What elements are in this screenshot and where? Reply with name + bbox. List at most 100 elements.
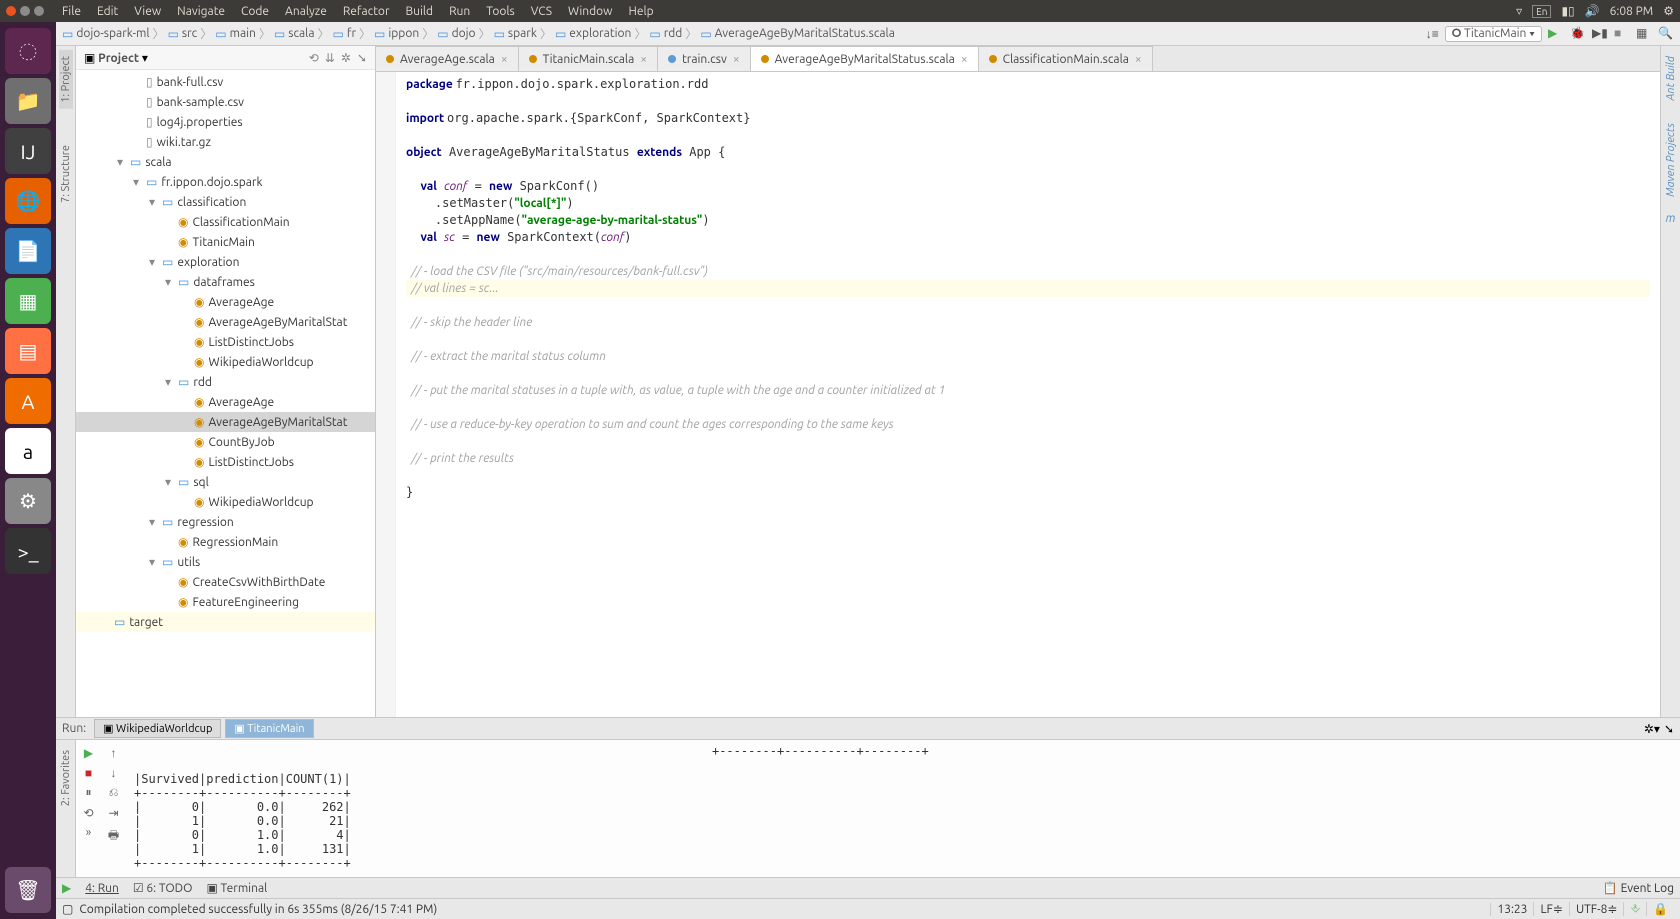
tab-project[interactable]: 1: Project [59,50,73,109]
menu-analyze[interactable]: Analyze [277,5,335,18]
tree-node[interactable]: ▾▭regression [76,512,375,532]
breadcrumb-segment[interactable]: ▭spark [494,25,555,42]
tree-node[interactable]: ▯log4j.properties [76,112,375,132]
tree-node[interactable]: ▾▭sql [76,472,375,492]
layout-button[interactable]: ▦ [1636,26,1652,42]
event-log-button[interactable]: 📋 Event Log [1603,881,1674,895]
pause-output-button[interactable]: ⏸ [85,786,91,800]
scroll-from-source-icon[interactable]: ⟲ [309,51,319,65]
file-encoding[interactable]: UTF-8≑ [1569,902,1624,916]
launcher-writer[interactable]: 📄 [5,228,51,274]
menu-vcs[interactable]: VCS [523,5,560,18]
window-close[interactable] [6,6,16,16]
editor-tab[interactable]: AverageAge.scala× [375,46,519,71]
project-tree[interactable]: ▯bank-full.csv▯bank-sample.csv▯log4j.pro… [76,70,375,717]
run-settings-icon[interactable]: ✲▾ [1644,722,1660,736]
breadcrumb-segment[interactable]: ▭rdd [649,25,700,42]
tab-maven[interactable]: Maven Projects [1664,117,1678,203]
tree-node[interactable]: ◉ListDistinctJobs [76,452,375,472]
editor-tab[interactable]: ClassificationMain.scala× [978,46,1153,71]
tree-node[interactable]: ▾▭classification [76,192,375,212]
tree-node[interactable]: ◉AverageAge [76,292,375,312]
tree-node[interactable]: ◉WikipediaWorldcup [76,352,375,372]
search-icon[interactable]: 🔍 [1658,26,1674,42]
tree-node[interactable]: ◉FeatureEngineering [76,592,375,612]
tab-ant-build[interactable]: Ant Build [1664,50,1678,107]
project-view-select[interactable]: ▣ Project ▾ [84,51,148,65]
tree-node[interactable]: ▾▭dataframes [76,272,375,292]
tree-node[interactable]: ◉WikipediaWorldcup [76,492,375,512]
bottom-tab-terminal[interactable]: ▣ Terminal [206,881,267,895]
tree-node[interactable]: ◉TitanicMain [76,232,375,252]
hide-icon[interactable]: ➘ [357,51,367,65]
tree-node[interactable]: ◉AverageAgeByMaritalStat [76,412,375,432]
menu-refactor[interactable]: Refactor [335,5,398,18]
rerun-button[interactable]: ▶ [84,746,93,760]
lock-icon[interactable]: 🔒 [1646,902,1674,916]
tree-node[interactable]: ◉CreateCsvWithBirthDate [76,572,375,592]
print-button[interactable]: 🖶 [108,826,119,847]
breadcrumb-segment[interactable]: ▭scala [274,25,333,42]
launcher-dash[interactable]: ◌ [5,28,51,74]
down-stack-button[interactable]: ↓ [111,766,117,780]
tab-favorites[interactable]: 2: Favorites [59,744,73,812]
breadcrumb-segment[interactable]: ▭ippon [374,25,437,42]
breadcrumb-segment[interactable]: ▭dojo [437,25,493,42]
status-icon[interactable]: ▢ [62,902,73,916]
breadcrumb-segment[interactable]: ▭exploration [555,25,649,42]
window-minimize[interactable] [20,6,30,16]
tree-node[interactable]: ▭target [76,612,375,632]
up-stack-button[interactable]: ↑ [111,746,117,760]
gear-icon[interactable]: ⚙ [1663,4,1674,18]
caret-position[interactable]: 13:23 [1490,903,1533,916]
settings-icon[interactable]: ✲ [341,51,351,65]
close-tab-icon[interactable]: × [501,53,508,66]
stop-button[interactable]: ■ [1614,26,1630,42]
menu-tools[interactable]: Tools [478,5,523,18]
menu-window[interactable]: Window [560,5,620,18]
tree-node[interactable]: ▾▭scala [76,152,375,172]
menu-file[interactable]: File [54,5,89,18]
breadcrumb-segment[interactable]: ▭dojo-spark-ml [62,25,168,42]
make-icon[interactable]: ↓≡ [1426,27,1439,41]
launcher-software[interactable]: A [5,378,51,424]
tree-node[interactable]: ◉ListDistinctJobs [76,332,375,352]
launcher-files[interactable]: 📁 [5,78,51,124]
network-icon[interactable]: ▿ [1516,4,1522,18]
tree-node[interactable]: ◉AverageAge [76,392,375,412]
tree-node[interactable]: ◉AverageAgeByMaritalStat [76,312,375,332]
tab-m[interactable]: m [1665,212,1675,225]
bottom-run-icon[interactable]: ▶ [62,881,71,895]
run-output[interactable]: +--------+----------+--------+ |Survived… [126,740,1680,877]
soft-wrap-button[interactable]: ⎌ [109,786,119,800]
menu-navigate[interactable]: Navigate [169,5,233,18]
tree-node[interactable]: ◉CountByJob [76,432,375,452]
volume-icon[interactable]: 🔊 [1585,4,1600,18]
line-separator[interactable]: LF≑ [1533,902,1568,916]
scroll-end-button[interactable]: ⇥ [108,806,118,820]
tab-structure[interactable]: 7: Structure [59,139,73,209]
code-editor[interactable]: package fr.ippon.dojo.spark.exploration.… [396,72,1660,717]
insert-mode[interactable]: ⎀ [1623,902,1646,916]
window-maximize[interactable] [34,6,44,16]
launcher-amazon[interactable]: a [5,428,51,474]
tree-node[interactable]: ▯bank-full.csv [76,72,375,92]
tree-node[interactable]: ▾▭exploration [76,252,375,272]
menu-code[interactable]: Code [233,5,277,18]
close-tab-icon[interactable]: × [733,53,740,66]
exit-button[interactable]: ⟲ [83,806,93,820]
launcher-intellij[interactable]: IJ [5,128,51,174]
tree-node[interactable]: ◉RegressionMain [76,532,375,552]
close-tab-icon[interactable]: × [640,53,647,66]
bottom-tab-todo[interactable]: ☑ 6: TODO [133,881,193,895]
tree-node[interactable]: ▾▭utils [76,552,375,572]
launcher-settings[interactable]: ⚙ [5,478,51,524]
breadcrumb-segment[interactable]: ▭AverageAgeByMaritalStatus.scala [700,27,901,41]
tree-node[interactable]: ▯wiki.tar.gz [76,132,375,152]
editor-tab[interactable]: AverageAgeByMaritalStatus.scala× [750,46,979,71]
stop-process-button[interactable]: ■ [85,766,92,780]
tree-node[interactable]: ▯bank-sample.csv [76,92,375,112]
coverage-button[interactable]: ▶▮ [1592,26,1608,42]
battery-icon[interactable]: ▮▯ [1561,4,1574,18]
more-button[interactable]: » [86,826,92,839]
